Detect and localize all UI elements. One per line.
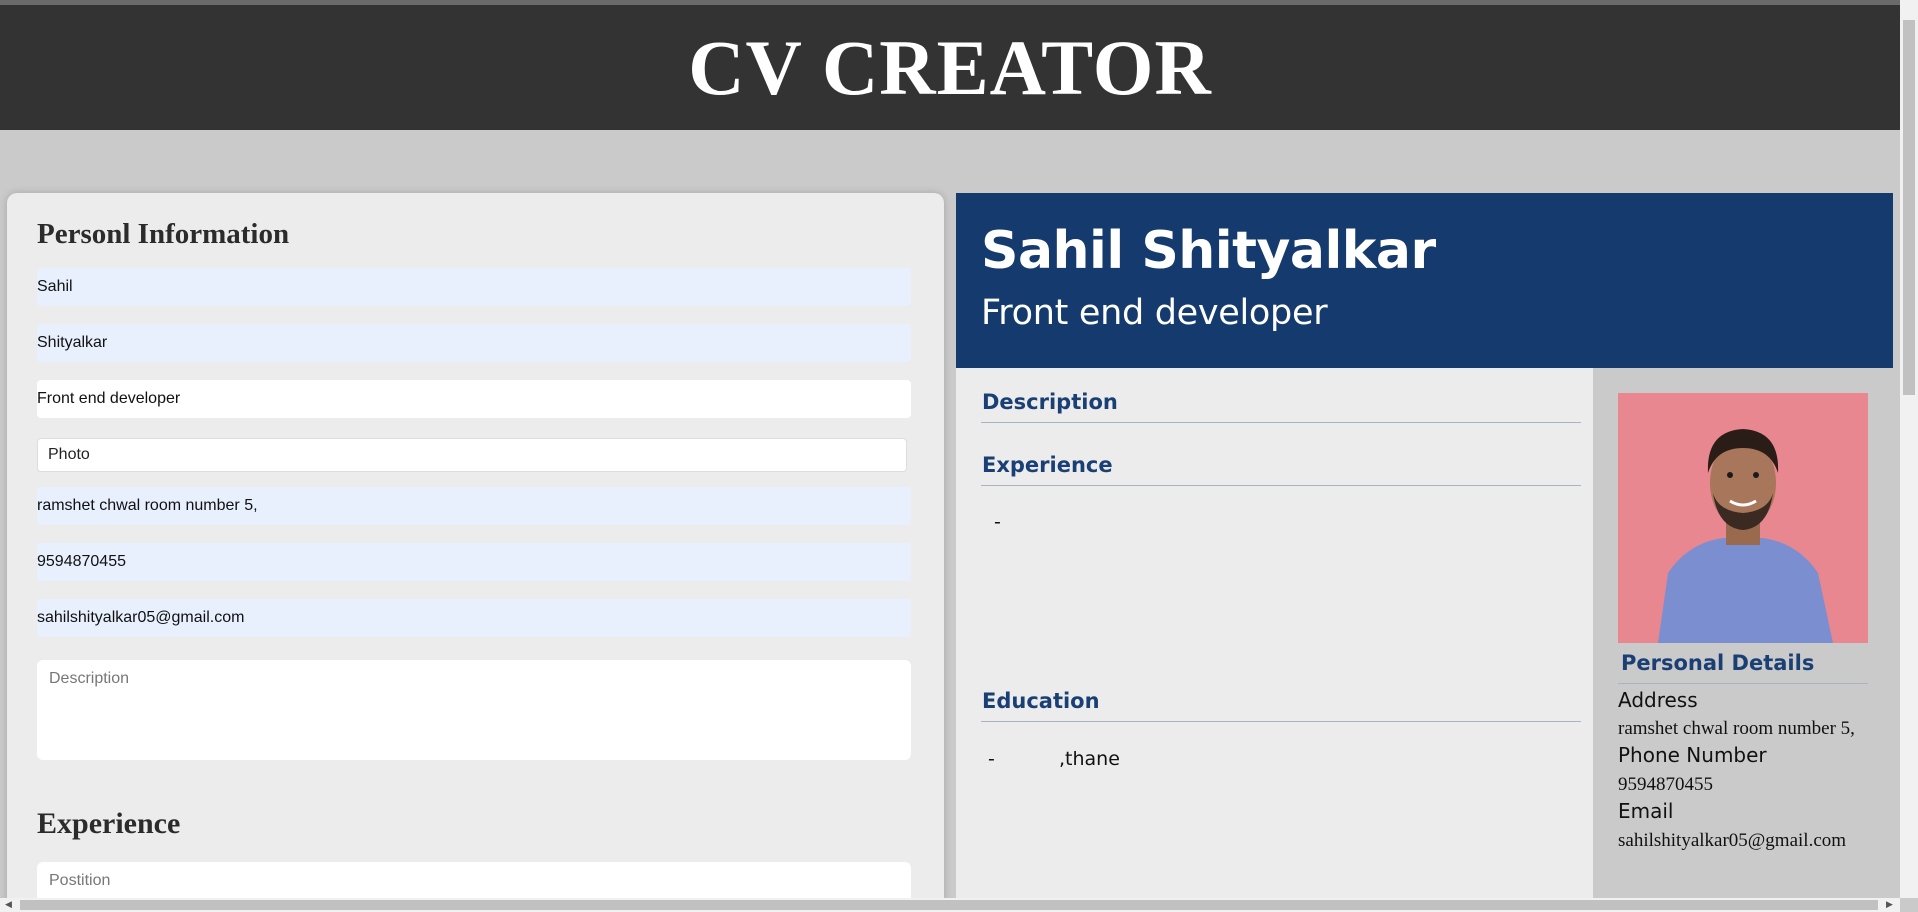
vertical-scroll-thumb[interactable] [1903, 20, 1915, 395]
description-textarea[interactable]: Description [37, 660, 911, 760]
cv-description-rule [981, 422, 1581, 423]
position-input[interactable]: Postition [37, 862, 911, 902]
phone-input[interactable]: 9594870455 [37, 543, 911, 581]
email-input[interactable]: sahilshityalkar05@gmail.com [37, 599, 911, 637]
address-value: ramshet chwal room number 5, [37, 497, 258, 514]
scroll-left-arrow-icon[interactable]: ◀ [5, 899, 12, 910]
cv-education-rule [981, 721, 1581, 722]
profile-photo [1618, 393, 1868, 643]
cv-header: Sahil Shityalkar Front end developer [956, 193, 1893, 368]
first-name-value: Sahil [37, 278, 73, 295]
scroll-right-arrow-icon[interactable]: ▶ [1886, 899, 1893, 910]
cv-form-panel: Personl Information Sahil Shityalkar Fro… [7, 193, 944, 912]
cv-address-label: Address [1618, 688, 1698, 712]
first-name-input[interactable]: Sahil [37, 268, 911, 306]
job-title-input[interactable]: Front end developer [37, 380, 911, 418]
last-name-value: Shityalkar [37, 334, 108, 351]
cv-personal-details-rule [1618, 683, 1868, 684]
cv-personal-details-heading: Personal Details [1621, 651, 1815, 675]
page-title: CV CREATOR [688, 23, 1212, 111]
cv-phone-value: 9594870455 [1618, 774, 1713, 795]
experience-heading: Experience [37, 807, 181, 840]
cv-email-value: sahilshityalkar05@gmail.com [1618, 830, 1847, 851]
cv-name: Sahil Shityalkar [981, 221, 1436, 281]
vertical-scrollbar[interactable] [1900, 0, 1918, 898]
cv-experience-entry: - [994, 511, 1001, 533]
cv-preview: Sahil Shityalkar Front end developer Des… [956, 193, 1893, 912]
cv-email-label: Email [1618, 799, 1674, 823]
description-placeholder: Description [49, 670, 130, 687]
email-value: sahilshityalkar05@gmail.com [37, 609, 245, 626]
address-input[interactable]: ramshet chwal room number 5, [37, 487, 911, 525]
app-header: CV CREATOR [0, 5, 1900, 130]
photo-label: Photo [48, 446, 90, 463]
profile-photo-image [1618, 393, 1868, 643]
photo-file-input[interactable]: Photo [37, 438, 907, 472]
cv-phone-label: Phone Number [1618, 743, 1767, 767]
cv-sidebar: Personal Details Address ramshet chwal r… [1593, 368, 1893, 912]
horizontal-scroll-thumb[interactable] [20, 900, 1878, 910]
position-placeholder: Postition [49, 872, 111, 889]
phone-value: 9594870455 [37, 553, 126, 570]
last-name-input[interactable]: Shityalkar [37, 324, 911, 362]
cv-description-heading: Description [982, 390, 1118, 414]
horizontal-scrollbar[interactable]: ◀ ▶ [0, 898, 1900, 912]
job-title-value: Front end developer [37, 390, 181, 407]
personal-info-heading: Personl Information [37, 218, 290, 250]
cv-experience-rule [981, 485, 1581, 486]
cv-education-heading: Education [982, 689, 1100, 713]
cv-education-entry: ,thane [1059, 748, 1120, 770]
cv-experience-heading: Experience [982, 453, 1113, 477]
cv-job-title: Front end developer [981, 293, 1328, 333]
cv-education-dash: - [988, 748, 995, 770]
cv-address-value: ramshet chwal room number 5, [1618, 718, 1855, 739]
